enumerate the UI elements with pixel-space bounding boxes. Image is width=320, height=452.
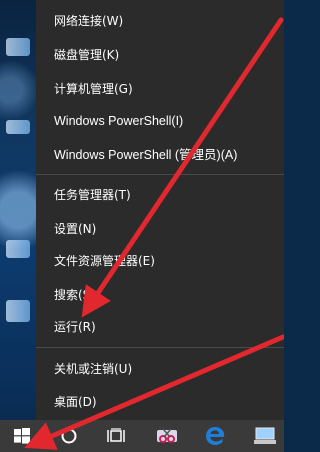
desktop-icon-shape <box>6 38 30 56</box>
snipping-tool-icon <box>157 428 177 443</box>
desktop-icon-shape <box>6 240 30 258</box>
cortana-button[interactable] <box>50 420 88 452</box>
windows-start-icon <box>14 428 30 444</box>
menu-item-label: 关机或注销(U) <box>54 361 133 376</box>
menu-separator <box>36 347 284 348</box>
start-button[interactable] <box>0 420 44 452</box>
menu-item-computer-management[interactable]: 计算机管理(G) <box>36 71 284 105</box>
menu-item-run[interactable]: 运行(R) <box>36 309 284 343</box>
menu-item-powershell-admin[interactable]: Windows PowerShell (管理员)(A) <box>36 136 284 170</box>
winx-context-menu: 网络连接(W) 磁盘管理(K) 计算机管理(G) Windows PowerSh… <box>36 0 284 420</box>
menu-item-label: 网络连接(W) <box>54 13 124 28</box>
taskbar <box>0 420 284 452</box>
menu-item-powershell[interactable]: Windows PowerShell(I) <box>36 104 284 138</box>
menu-item-label: Windows PowerShell (管理员)(A) <box>54 147 238 162</box>
edge-icon <box>206 427 225 445</box>
screen: 网络连接(W) 磁盘管理(K) 计算机管理(G) Windows PowerSh… <box>0 0 284 452</box>
snipping-tool-button[interactable] <box>148 420 186 452</box>
edge-button[interactable] <box>196 420 234 452</box>
desktop-icon-shape <box>6 120 30 134</box>
menu-item-shutdown[interactable]: 关机或注销(U) <box>36 351 284 385</box>
desktop-icon-shape <box>6 300 30 322</box>
task-view-button[interactable] <box>97 420 135 452</box>
menu-item-label: 桌面(D) <box>54 394 97 409</box>
task-view-icon <box>107 428 125 442</box>
menu-item-network-connections[interactable]: 网络连接(W) <box>36 3 284 37</box>
desktop-background <box>0 0 36 420</box>
menu-item-file-explorer[interactable]: 文件资源管理器(E) <box>36 243 284 277</box>
menu-item-search[interactable]: 搜索(S) <box>36 277 284 311</box>
menu-item-task-manager[interactable]: 任务管理器(T) <box>36 177 284 211</box>
menu-item-label: 文件资源管理器(E) <box>54 253 155 268</box>
menu-item-desktop[interactable]: 桌面(D) <box>36 384 284 418</box>
menu-item-settings[interactable]: 设置(N) <box>36 211 284 245</box>
menu-item-label: 计算机管理(G) <box>54 81 133 96</box>
cortana-icon <box>61 428 77 444</box>
menu-item-label: 设置(N) <box>54 221 97 236</box>
this-pc-button[interactable] <box>246 420 284 452</box>
menu-item-label: 磁盘管理(K) <box>54 47 120 62</box>
menu-item-label: 任务管理器(T) <box>54 187 131 202</box>
menu-separator <box>36 174 284 175</box>
menu-item-disk-management[interactable]: 磁盘管理(K) <box>36 37 284 71</box>
computer-icon <box>254 427 276 444</box>
menu-item-label: 运行(R) <box>54 319 96 334</box>
menu-item-label: Windows PowerShell(I) <box>54 114 184 128</box>
menu-item-label: 搜索(S) <box>54 287 95 302</box>
